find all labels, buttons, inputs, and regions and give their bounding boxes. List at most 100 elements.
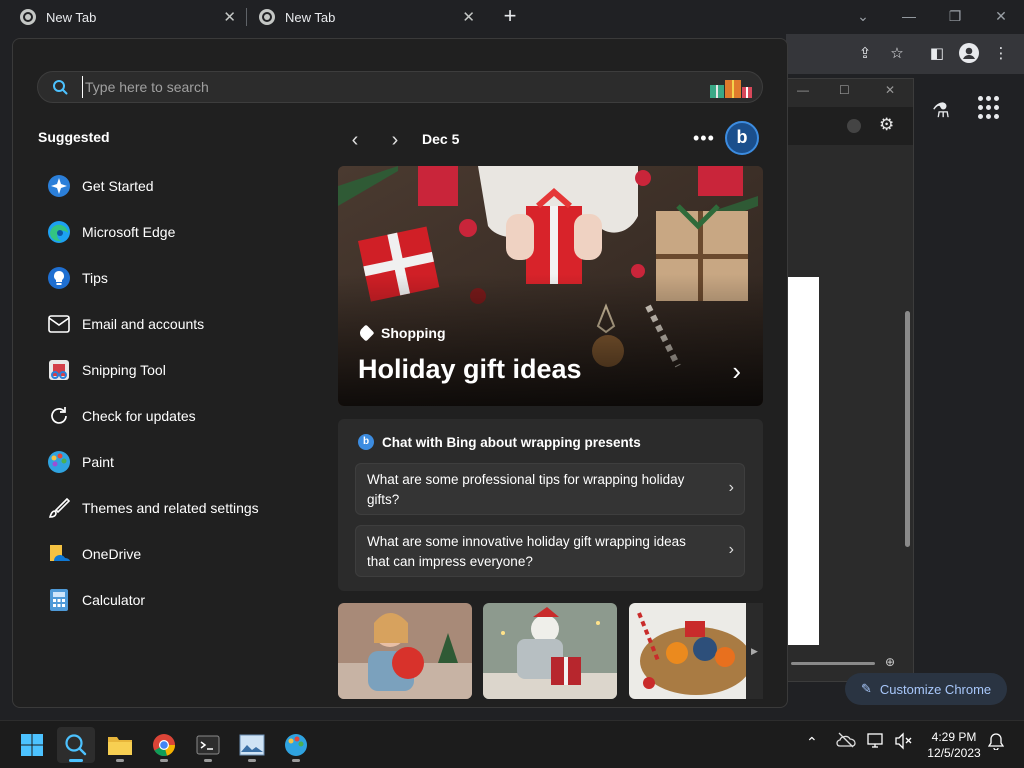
close-tab-icon[interactable]: ✕ xyxy=(462,8,475,26)
system-clock[interactable]: 4:29 PM 12/5/2023 xyxy=(918,729,990,761)
chat-question-text: What are some professional tips for wrap… xyxy=(367,472,685,507)
more-options-icon[interactable]: ••• xyxy=(693,128,715,149)
background-window-toolbar: ⚙ xyxy=(787,107,913,145)
tab-divider xyxy=(246,8,247,26)
highlights-nav: ‹ › Dec 5 ••• b xyxy=(343,121,763,155)
gift-basket-image xyxy=(629,603,763,699)
app-label: OneDrive xyxy=(82,546,142,562)
search-taskbar-button[interactable] xyxy=(57,727,95,763)
start-button[interactable] xyxy=(13,727,51,763)
clock-date: 12/5/2023 xyxy=(927,746,981,760)
horizontal-scrollbar[interactable] xyxy=(791,662,875,665)
chat-question-button[interactable]: What are some professional tips for wrap… xyxy=(355,463,745,515)
side-panel-icon[interactable]: ◧ xyxy=(926,43,948,65)
hero-card[interactable]: Shopping Holiday gift ideas › xyxy=(338,166,763,406)
suggested-heading: Suggested xyxy=(38,129,110,145)
browser-tab[interactable]: New Tab ✕ xyxy=(259,0,481,34)
chevron-up-icon[interactable]: ⌃ xyxy=(806,734,818,751)
chat-question-button[interactable]: What are some innovative holiday gift wr… xyxy=(355,525,745,577)
scroll-right-icon[interactable]: ▶ xyxy=(746,603,763,699)
tab-title: New Tab xyxy=(285,9,336,25)
refresh-icon xyxy=(47,404,71,428)
maximize-icon[interactable]: ☐ xyxy=(839,83,850,97)
chrome-labs-icon[interactable]: ⚗ xyxy=(932,98,950,123)
image-card[interactable] xyxy=(483,603,617,699)
paint-icon xyxy=(47,450,71,474)
app-label: Paint xyxy=(82,454,114,470)
suggested-app-check-for-updates[interactable]: Check for updates xyxy=(35,393,315,439)
tab-search-icon[interactable]: ⌄ xyxy=(848,5,878,27)
profile-icon[interactable] xyxy=(958,43,980,65)
suggested-app-snipping-tool[interactable]: Snipping Tool xyxy=(35,347,315,393)
suggested-app-get-started[interactable]: Get Started xyxy=(35,163,315,209)
chevron-right-icon[interactable]: › xyxy=(732,356,741,387)
chrome-taskbar-button[interactable] xyxy=(145,727,183,763)
brush-icon xyxy=(47,496,71,520)
search-input[interactable] xyxy=(82,76,682,98)
restore-icon[interactable]: ❐ xyxy=(940,5,970,27)
bing-icon: b xyxy=(358,434,374,450)
dog-with-gift-image xyxy=(483,603,617,699)
browser-tab[interactable]: New Tab ✕ xyxy=(20,0,242,34)
related-images: ▶ xyxy=(338,603,763,703)
browser-toolbar: ⇪ ☆ ◧ ⋮ xyxy=(786,34,1024,74)
zoom-icon[interactable]: ⊕ xyxy=(885,655,895,669)
google-apps-icon[interactable] xyxy=(978,96,1002,120)
paint-icon xyxy=(285,734,307,756)
calculator-icon xyxy=(47,588,71,612)
suggested-app-paint[interactable]: Paint xyxy=(35,439,315,485)
clock-time: 4:29 PM xyxy=(931,730,977,744)
gear-icon[interactable]: ⚙ xyxy=(879,115,894,135)
suggested-app-themes-and-related-settings[interactable]: Themes and related settings xyxy=(35,485,315,531)
bing-chat-icon[interactable]: b xyxy=(725,121,759,155)
file-explorer-button[interactable] xyxy=(101,727,139,763)
new-tab-button[interactable]: + xyxy=(500,5,520,27)
app-label: Themes and related settings xyxy=(82,500,259,516)
gifts-icon xyxy=(710,80,752,98)
bing-chat-title: Chat with Bing about wrapping presents xyxy=(382,434,641,450)
suggested-app-email-and-accounts[interactable]: Email and accounts xyxy=(35,301,315,347)
vertical-scrollbar[interactable] xyxy=(903,277,911,641)
image-card[interactable] xyxy=(629,603,763,699)
background-window: — ☐ ✕ ⚙ ⊕ xyxy=(786,78,914,682)
more-menu-icon[interactable]: ⋮ xyxy=(990,43,1012,65)
minimize-icon[interactable]: — xyxy=(894,5,924,27)
terminal-button[interactable] xyxy=(189,727,227,763)
close-window-icon[interactable]: ✕ xyxy=(885,83,895,97)
search-box[interactable] xyxy=(37,71,763,103)
search-icon xyxy=(53,80,68,95)
pencil-icon: ✎ xyxy=(861,681,872,696)
suggested-app-onedrive[interactable]: OneDrive xyxy=(35,531,315,577)
previous-day-button[interactable]: ‹ xyxy=(343,127,367,155)
running-indicator xyxy=(160,759,168,762)
terminal-icon xyxy=(196,735,220,755)
close-tab-icon[interactable]: ✕ xyxy=(223,8,236,26)
suggested-app-tips[interactable]: Tips xyxy=(35,255,315,301)
notifications-icon[interactable] xyxy=(987,732,1005,753)
account-icon[interactable] xyxy=(847,119,861,133)
minimize-icon[interactable]: — xyxy=(797,83,809,97)
chrome-icon xyxy=(259,9,275,25)
edge-icon xyxy=(47,220,71,244)
suggested-app-calculator[interactable]: Calculator xyxy=(35,577,315,623)
suggested-app-microsoft-edge[interactable]: Microsoft Edge xyxy=(35,209,315,255)
scrollbar-thumb[interactable] xyxy=(905,311,910,547)
bookmark-star-icon[interactable]: ☆ xyxy=(886,43,908,65)
close-window-icon[interactable]: ✕ xyxy=(986,5,1016,27)
image-card[interactable] xyxy=(338,603,472,699)
share-icon[interactable]: ⇪ xyxy=(854,43,876,65)
next-day-button[interactable]: › xyxy=(383,127,407,155)
volume-muted-icon[interactable] xyxy=(894,732,912,753)
customize-chrome-button[interactable]: ✎ Customize Chrome xyxy=(845,673,1007,705)
paint-taskbar-button[interactable] xyxy=(277,727,315,763)
app-label: Get Started xyxy=(82,178,154,194)
woman-with-gift-image xyxy=(338,603,472,699)
app-label: Snipping Tool xyxy=(82,362,166,378)
chrome-icon xyxy=(153,734,176,757)
photos-button[interactable] xyxy=(233,727,271,763)
folder-icon xyxy=(108,737,132,755)
hero-title: Holiday gift ideas xyxy=(358,354,582,384)
onedrive-tray-icon[interactable] xyxy=(836,732,856,751)
network-icon[interactable] xyxy=(866,732,886,753)
taskbar: ⌃ 4:29 PM 12/5/2023 xyxy=(0,720,1024,768)
